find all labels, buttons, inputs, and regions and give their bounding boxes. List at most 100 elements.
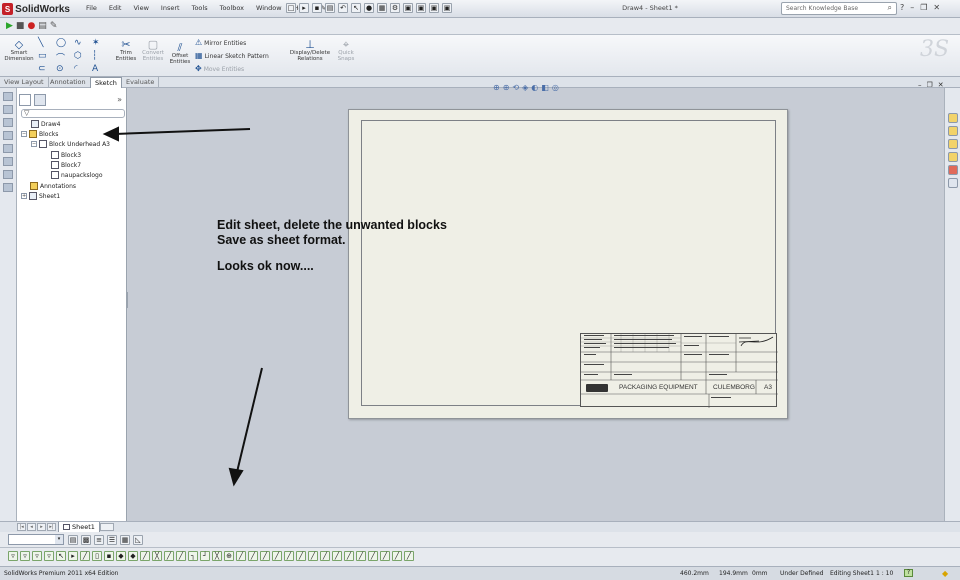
view-tool-icon-5[interactable] [3,144,13,153]
display-style-icon[interactable]: ◐ [531,83,538,92]
move-entities-button[interactable]: ✥ Move Entities [195,64,244,73]
sketch-tool-icon[interactable]: ⊕ [224,551,234,561]
previous-view-icon[interactable]: ⟲ [512,83,519,92]
property-manager-tab-icon[interactable] [34,94,46,106]
sketch-tool-icon[interactable]: ╳ [212,551,222,561]
sketch-tool-icon[interactable]: ╱ [176,551,186,561]
search-input[interactable]: Search Knowledge Base ⌕ [781,2,897,15]
save-icon[interactable]: ▪ [312,3,322,13]
sketch-tool-icon[interactable]: ╱ [248,551,258,561]
sketch-tool-icon[interactable]: ┘ [200,551,210,561]
view-icon-3[interactable]: ▣ [429,3,439,13]
first-sheet-icon[interactable]: |◂ [17,523,26,531]
sketch-tool-icon[interactable]: ▿ [32,551,42,561]
doc-restore-icon[interactable]: ❐ [927,81,933,89]
tree-node-sheet[interactable]: + Sheet1 [21,192,60,200]
run-macro-icon[interactable]: ▶ [6,21,13,31]
sketch-tool-icon[interactable]: ╳ [152,551,162,561]
display-delete-relations-button[interactable]: ⊥ Display/Delete Relations [288,38,332,62]
status-flag-icon[interactable]: ◆ [942,569,948,578]
stop-macro-icon[interactable]: ■ [16,21,25,31]
menu-insert[interactable]: Insert [155,4,186,12]
print-icon[interactable]: ▤ [325,3,335,13]
centerline-icon[interactable]: ┆ [92,51,110,63]
view-orientation-icon[interactable]: ◈ [522,83,528,92]
ellipse-icon[interactable]: ⊙ [56,64,74,76]
spline-icon[interactable]: ∿ [74,38,92,50]
text-icon[interactable]: A [92,64,110,76]
tree-node-blocks[interactable]: − Blocks [21,130,58,138]
layer-select[interactable]: ▾ [8,534,64,545]
line-thickness-icon[interactable]: ≡ [94,535,104,545]
new-document-icon[interactable]: □ [286,3,296,13]
tab-evaluate[interactable]: Evaluate [122,77,160,88]
undo-icon[interactable]: ↶ [338,3,348,13]
line-color-icon[interactable]: ▩ [81,535,91,545]
point-icon[interactable]: ✶ [92,38,110,50]
sketch-tool-icon[interactable]: ╱ [332,551,342,561]
select-icon[interactable]: ↖ [56,551,66,561]
graphics-area[interactable]: ⊕ ⊕ ⟲ ◈ ◐ ◧ ◎ PACKAGING EQUIPMENT CULEMB… [128,83,944,521]
sketch-tool-icon[interactable]: ╱ [236,551,246,561]
custom-properties-icon[interactable] [948,178,958,188]
sketch-tool-icon[interactable]: ▸ [68,551,78,561]
tree-node-root[interactable]: Draw4 [31,120,61,128]
tab-view-layout[interactable]: View Layout [0,77,49,88]
minimize-icon[interactable]: – [910,3,914,12]
sketch-tool-icon[interactable]: ◆ [116,551,126,561]
menu-tools[interactable]: Tools [186,4,214,12]
view-tool-icon-7[interactable] [3,170,13,179]
color-display-mode-icon[interactable]: ◺ [133,535,143,545]
menu-window[interactable]: Window [250,4,288,12]
smart-dimension-button[interactable]: ◇ Smart Dimension [4,38,34,62]
sketch-tool-icon[interactable]: ▯ [92,551,102,561]
file-properties-icon[interactable]: ▦ [377,3,387,13]
arc-icon[interactable]: ⌒ [56,51,74,64]
quick-snaps-button[interactable]: ⌖ Quick Snaps [334,38,358,62]
next-sheet-icon[interactable]: ▸ [37,523,46,531]
sketch-tool-icon[interactable]: ╱ [380,551,390,561]
collapse-icon[interactable]: − [31,141,37,147]
design-library-icon[interactable] [948,126,958,136]
edit-macro-icon[interactable]: ✎ [50,21,58,31]
restore-icon[interactable]: ❐ [920,3,927,12]
view-palette-icon[interactable] [948,152,958,162]
sketch-tool-icon[interactable]: ╱ [140,551,150,561]
polygon-icon[interactable]: ⬡ [74,51,92,63]
sketch-tool-icon[interactable]: ╱ [392,551,402,561]
convert-entities-button[interactable]: ▢ Convert Entities [140,38,166,62]
sketch-tool-icon[interactable]: ╱ [164,551,174,561]
resources-icon[interactable] [948,113,958,123]
section-view-icon[interactable]: ◧ [541,83,549,92]
sketch-tool-icon[interactable]: ╱ [404,551,414,561]
sketch-tool-icon[interactable]: ▿ [8,551,18,561]
line-style-icon[interactable]: ☰ [107,535,117,545]
tab-annotation[interactable]: Annotation [46,77,91,88]
sketch-tool-icon[interactable]: ╱ [368,551,378,561]
expand-icon[interactable]: + [21,193,27,199]
open-icon[interactable]: ▸ [299,3,309,13]
select-icon[interactable]: ↖ [351,3,361,13]
tab-sketch[interactable]: Sketch [90,77,122,88]
feature-manager-tab-icon[interactable] [19,94,31,106]
hide-show-edges-icon[interactable]: ▦ [120,535,130,545]
fillet-icon[interactable]: ◜ [74,64,92,76]
help-icon[interactable]: ? [900,3,904,12]
menu-edit[interactable]: Edit [103,4,128,12]
search-icon[interactable]: ⌕ [888,3,892,13]
view-tool-icon-1[interactable] [3,92,13,101]
sketch-tool-icon[interactable]: ╱ [344,551,354,561]
sketch-tool-icon[interactable]: ┐ [188,551,198,561]
line-icon[interactable]: ╲ [38,38,56,50]
sketch-tool-icon[interactable]: ◆ [128,551,138,561]
view-tool-icon-4[interactable] [3,131,13,140]
file-explorer-icon[interactable] [948,139,958,149]
slot-icon[interactable]: ⊂ [38,64,56,76]
circle-icon[interactable]: ◯ [56,38,74,50]
offset-entities-button[interactable]: ⫽ Offset Entities [168,41,192,65]
sketch-tool-icon[interactable]: ╱ [260,551,270,561]
previous-sheet-icon[interactable]: ◂ [27,523,36,531]
view-tool-icon-8[interactable] [3,183,13,192]
zoom-to-fit-icon[interactable]: ⊕ [493,83,500,92]
menu-toolbox[interactable]: Toolbox [214,4,250,12]
